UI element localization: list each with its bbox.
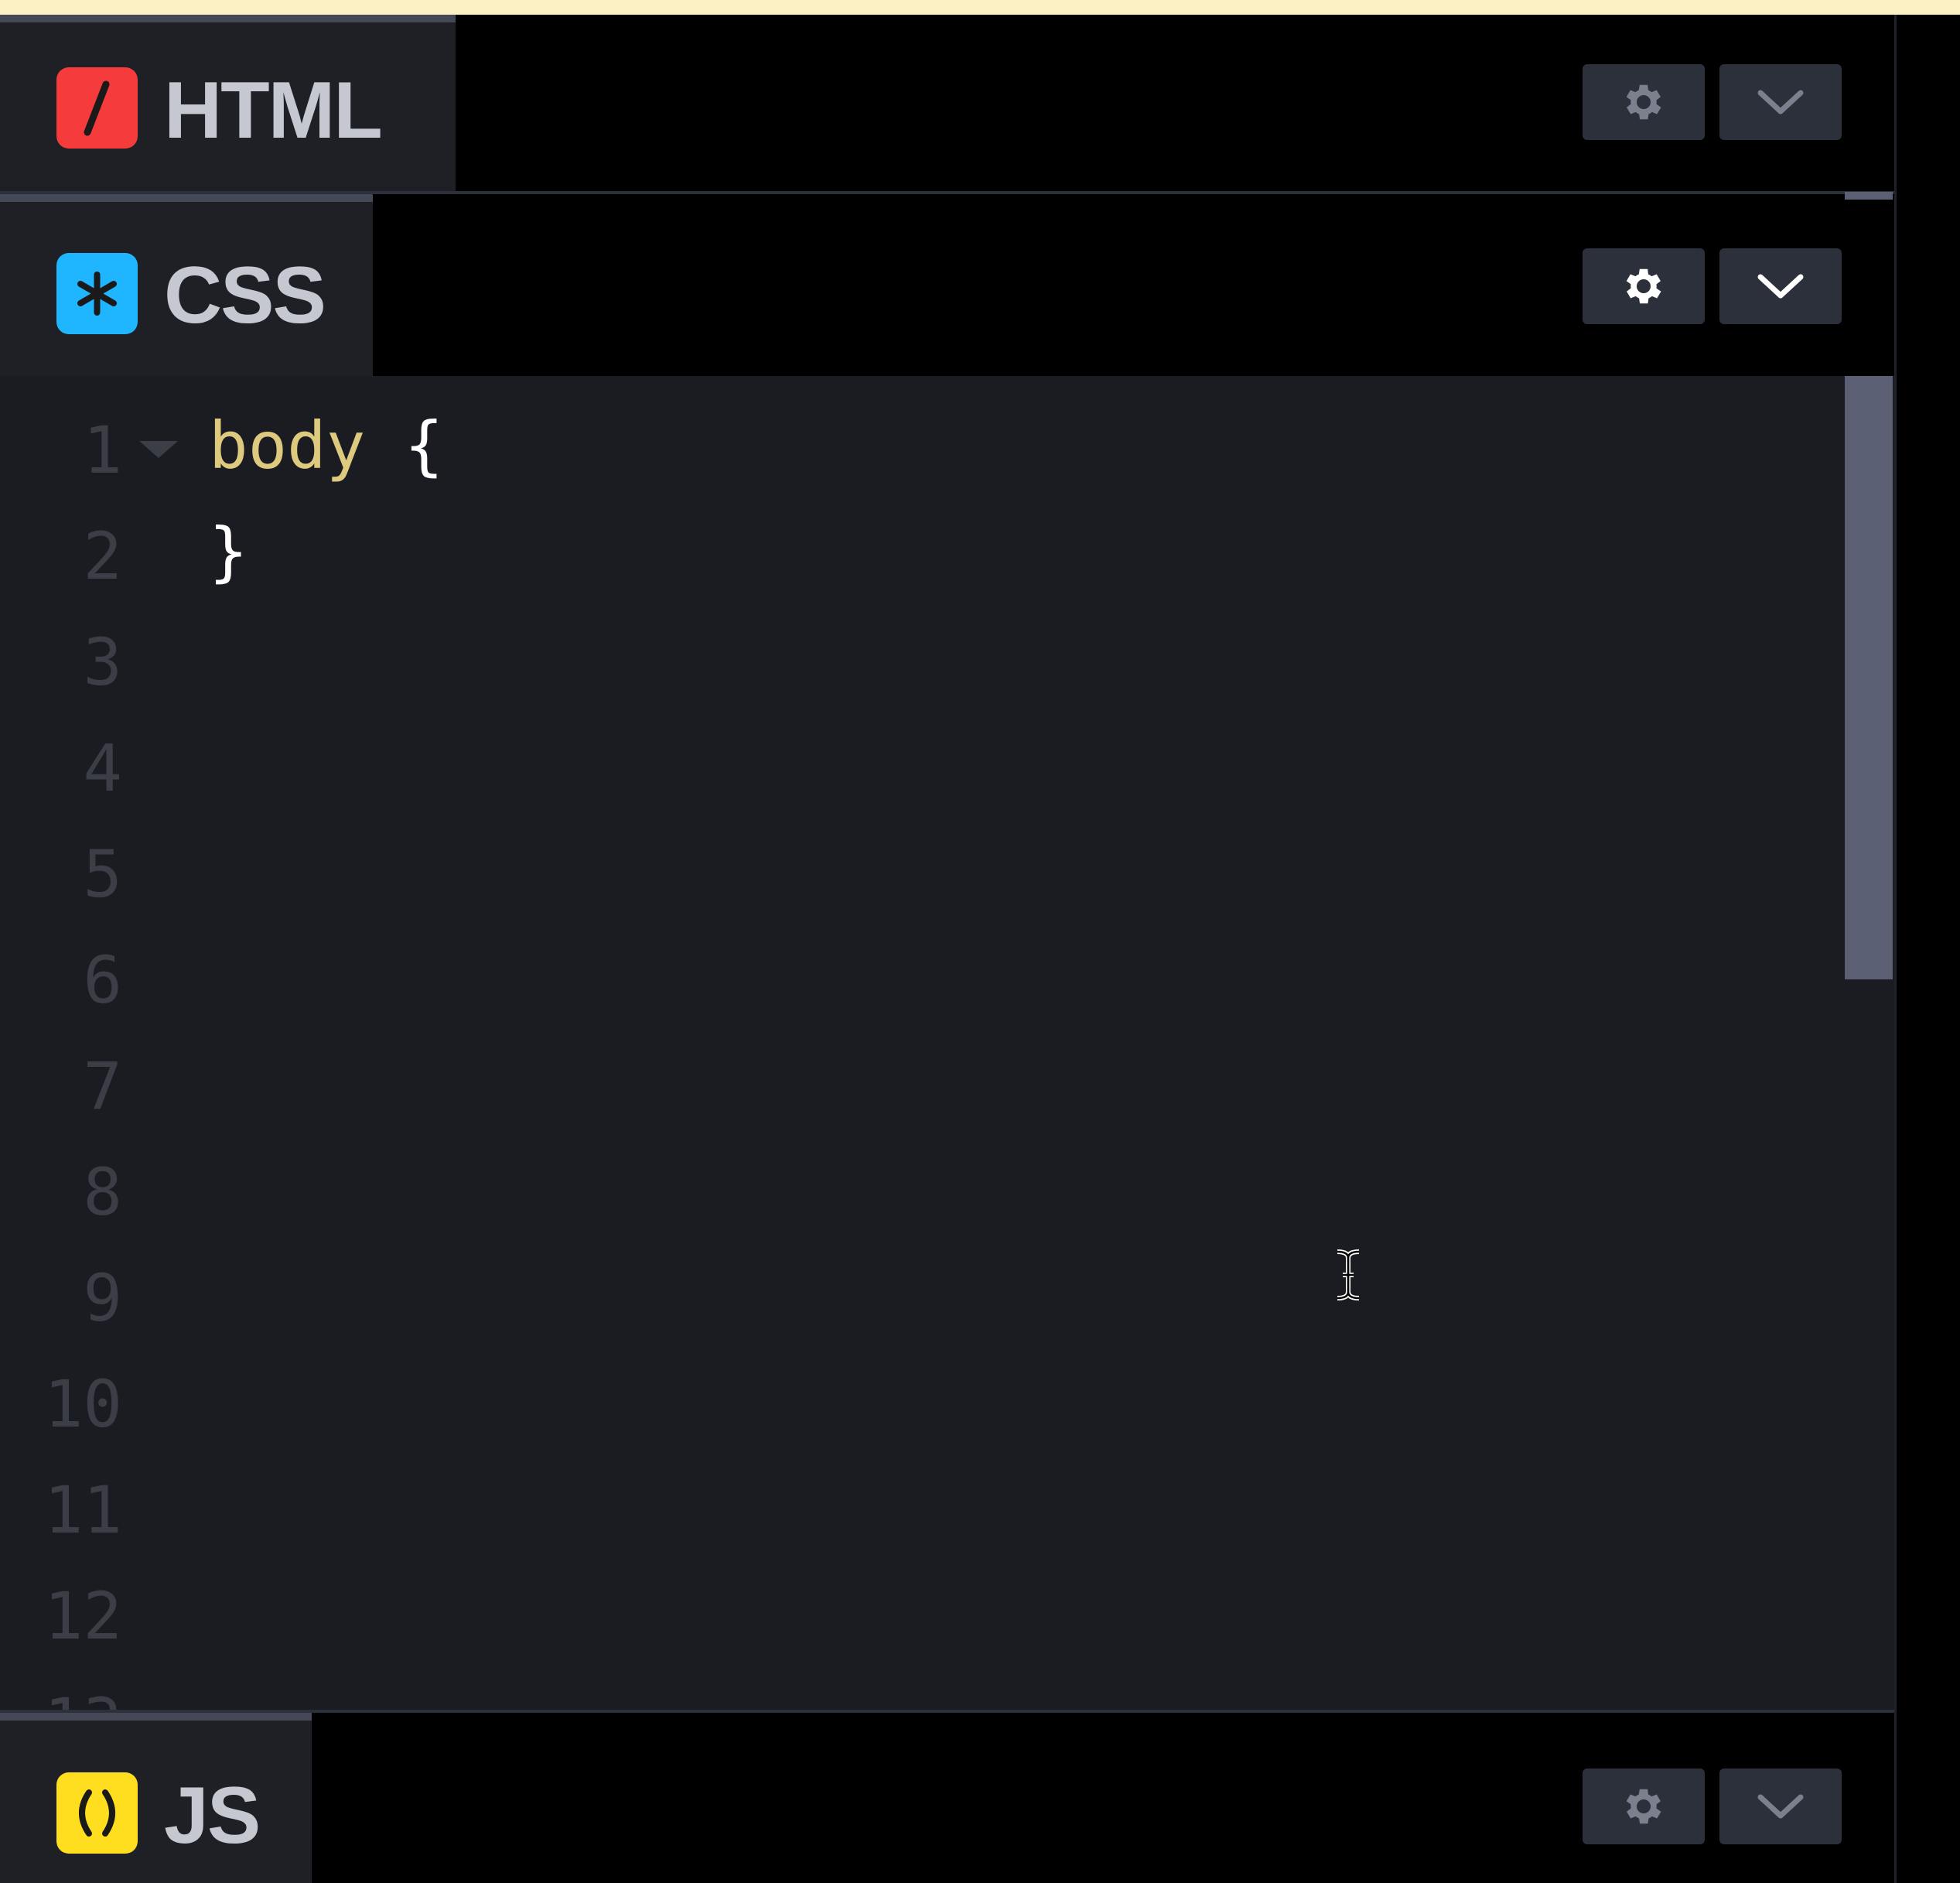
js-panel-header: JS [0, 1713, 1894, 1883]
html-panel-header: HTML [0, 15, 1894, 194]
line-number: 8 [83, 1154, 122, 1230]
line-number-partial: 13 [0, 1690, 122, 1711]
chevron-down-icon [1757, 274, 1804, 299]
html-settings-button[interactable] [1583, 64, 1705, 140]
tab-css[interactable]: CSS [0, 194, 373, 376]
notification-bar [0, 0, 1960, 15]
tab-js[interactable]: JS [0, 1713, 312, 1883]
close-brace: } [209, 514, 248, 590]
chevron-down-icon [1757, 90, 1804, 114]
asterisk-icon [56, 253, 138, 334]
gear-icon [1626, 84, 1661, 120]
line-number: 1 [83, 412, 122, 488]
css-collapse-button[interactable] [1719, 248, 1842, 324]
slash-icon [56, 67, 138, 149]
js-collapse-button[interactable] [1719, 1769, 1842, 1844]
js-settings-button[interactable] [1583, 1769, 1705, 1844]
text-cursor-icon [1337, 1249, 1360, 1300]
tab-top-border [0, 1713, 312, 1721]
line-number: 4 [83, 730, 122, 806]
line-number: 11 [43, 1472, 122, 1548]
gear-icon [1626, 268, 1661, 304]
line-number: 12 [43, 1578, 122, 1654]
line-number: 7 [83, 1048, 122, 1124]
code-line-2: } [209, 519, 248, 584]
line-number: 9 [83, 1260, 122, 1336]
editor-scrollbar-thumb[interactable] [1845, 376, 1893, 979]
parentheses-icon [56, 1772, 138, 1854]
css-settings-button[interactable] [1583, 248, 1705, 324]
tab-top-border [0, 194, 373, 202]
panel-title-js: JS [164, 1771, 261, 1861]
line-number: 5 [83, 836, 122, 912]
panel-title-css: CSS [164, 251, 326, 340]
open-brace: { [365, 408, 444, 484]
html-panel: HTML [0, 15, 1894, 194]
css-selector: body [209, 408, 366, 484]
line-number: 3 [83, 624, 122, 700]
css-code-editor[interactable]: 1 2 3 4 5 6 7 8 9 10 11 12 13 body { } [0, 376, 1894, 1711]
html-panel-scroll-indicator [1845, 192, 1893, 200]
right-side-rail [1894, 15, 1960, 1883]
js-panel: JS [0, 1713, 1894, 1883]
tab-top-border [0, 15, 456, 22]
gear-icon [1626, 1789, 1661, 1824]
line-number: 6 [83, 942, 122, 1018]
fold-toggle-icon[interactable] [139, 441, 178, 458]
css-panel-header: CSS [0, 194, 1894, 376]
panel-title-html: HTML [164, 66, 383, 155]
html-collapse-button[interactable] [1719, 64, 1842, 140]
code-line-1: body { [209, 413, 443, 478]
line-number: 10 [43, 1366, 122, 1442]
line-number: 2 [83, 518, 122, 594]
tab-html[interactable]: HTML [0, 15, 456, 194]
chevron-down-icon [1757, 1794, 1804, 1819]
